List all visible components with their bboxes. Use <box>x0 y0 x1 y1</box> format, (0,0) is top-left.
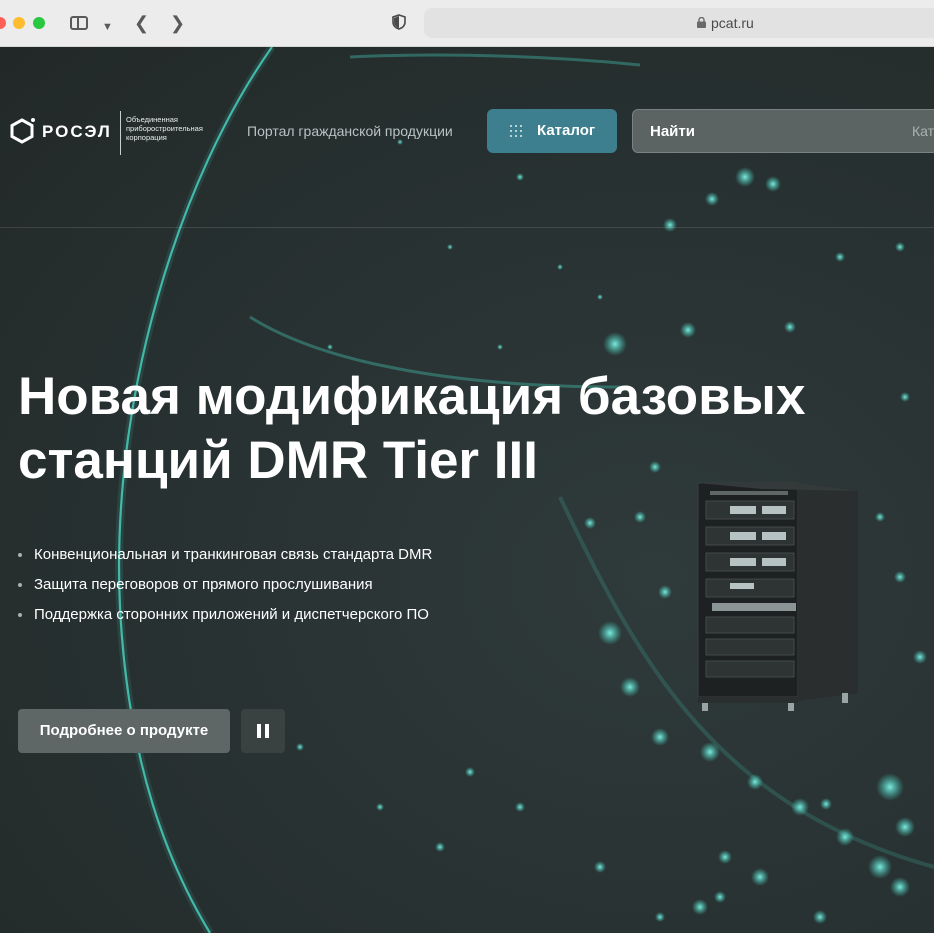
logo-subtitle: Объединенная приборостроительная корпора… <box>126 115 203 142</box>
hero-title: Новая модификация базовых станций DMR Ti… <box>18 367 806 490</box>
hero-bullet-text: Конвенциональная и транкинговая связь ст… <box>34 546 433 563</box>
address-bar[interactable]: pcat.ru <box>424 8 934 38</box>
shield-icon[interactable] <box>392 14 406 30</box>
header-divider <box>0 227 934 228</box>
search-label: Найти <box>650 123 695 140</box>
bullet-dot <box>18 553 22 557</box>
server-rack-image <box>697 482 858 711</box>
hero-bullets: Конвенциональная и транкинговая связь ст… <box>18 540 432 630</box>
more-about-product-button[interactable]: Подробнее о продукте <box>18 709 230 753</box>
url-text: pcat.ru <box>711 15 754 31</box>
search-input[interactable]: Найти Кат <box>632 109 934 153</box>
sidebar-icon[interactable] <box>70 16 88 30</box>
lock-icon <box>697 17 706 28</box>
pause-icon <box>265 724 269 738</box>
pause-icon <box>257 724 261 738</box>
bullet-dot <box>18 613 22 617</box>
minimize-window-button[interactable] <box>13 17 25 29</box>
close-window-button[interactable] <box>0 17 6 29</box>
hero-bullet-text: Защита переговоров от прямого прослушива… <box>34 576 373 593</box>
bullet-dot <box>18 583 22 587</box>
catalog-button[interactable]: Каталог <box>487 109 617 153</box>
portal-link[interactable]: Портал гражданской продукции <box>247 123 453 139</box>
chevron-down-icon[interactable]: ▼ <box>102 16 113 38</box>
hero-section: РОСЭЛ Объединенная приборостроительная к… <box>0 47 934 933</box>
catalog-label: Каталог <box>537 122 596 139</box>
zoom-window-button[interactable] <box>33 17 45 29</box>
back-icon[interactable]: ❮ <box>134 12 149 34</box>
logo-mark-icon <box>10 118 35 144</box>
search-cut-text: Кат <box>912 123 934 139</box>
hero-bullet: Защита переговоров от прямого прослушива… <box>18 570 432 600</box>
pause-button[interactable] <box>241 709 285 753</box>
grid-icon <box>510 125 522 137</box>
hero-bullet: Конвенциональная и транкинговая связь ст… <box>18 540 432 570</box>
hero-bullet-text: Поддержка сторонних приложений и диспетч… <box>34 606 429 623</box>
logo-divider <box>120 111 121 155</box>
hero-bullet: Поддержка сторонних приложений и диспетч… <box>18 600 432 630</box>
rosel-logo[interactable]: РОСЭЛ Объединенная приборостроительная к… <box>8 111 218 155</box>
forward-icon[interactable]: ❯ <box>170 12 185 34</box>
browser-toolbar: ▼ ❮ ❯ pcat.ru <box>0 0 934 47</box>
logo-word: РОСЭЛ <box>42 122 112 141</box>
